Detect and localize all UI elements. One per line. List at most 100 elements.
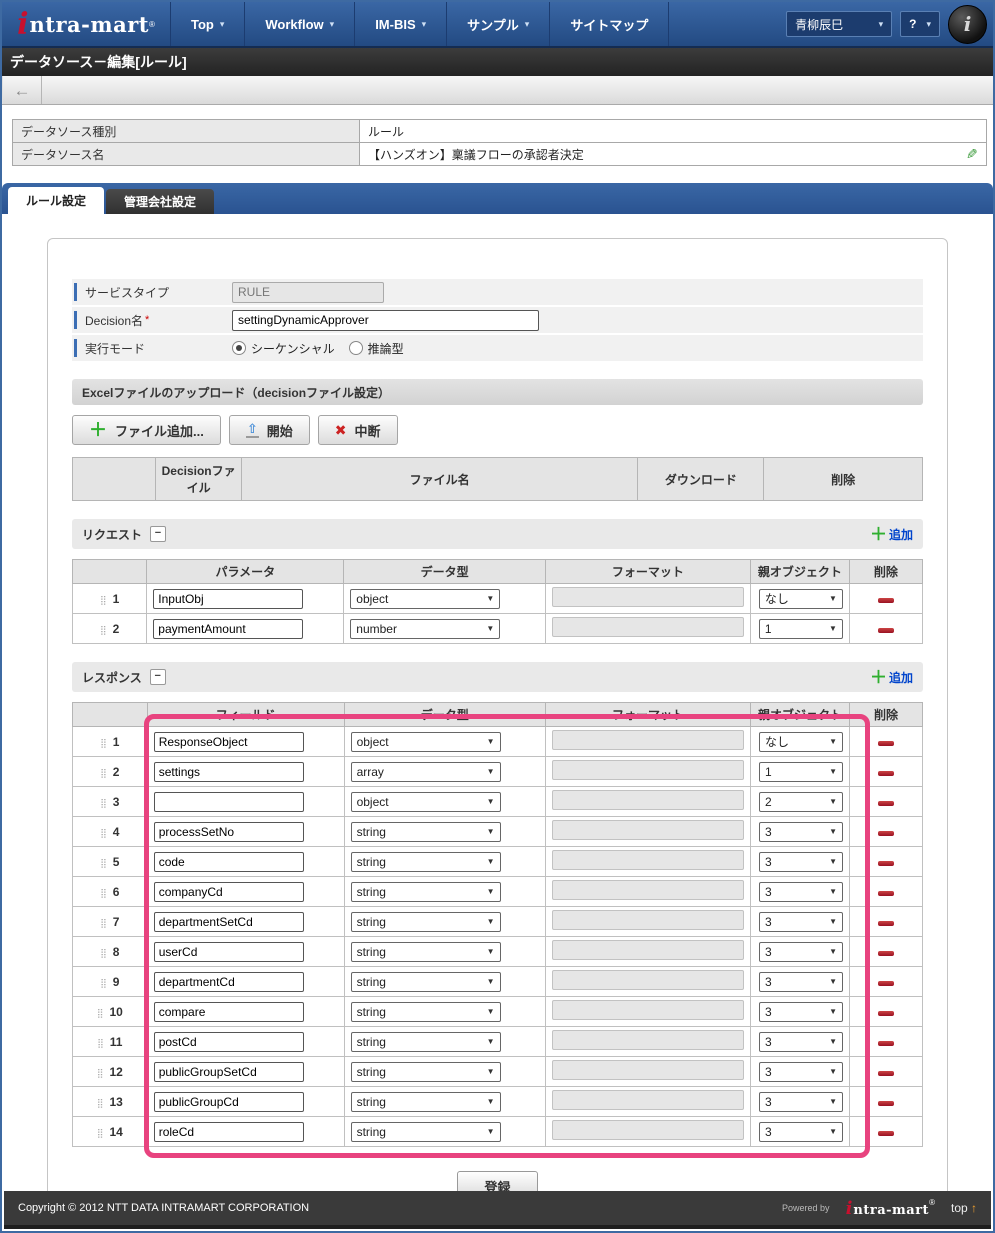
drag-handle-icon[interactable]: ⣿ bbox=[100, 828, 107, 838]
drag-handle-icon[interactable]: ⣿ bbox=[100, 595, 107, 605]
datatype-select[interactable]: string▼ bbox=[351, 942, 501, 962]
datatype-select[interactable]: string▼ bbox=[351, 1092, 501, 1112]
datatype-select[interactable]: object▼ bbox=[351, 792, 501, 812]
parent-object-select[interactable]: 3▼ bbox=[759, 1032, 843, 1052]
request-add-link[interactable]: ＋追加 bbox=[870, 526, 913, 543]
edit-pencil-icon[interactable]: ✎ bbox=[966, 146, 978, 163]
delete-row-button[interactable] bbox=[878, 981, 894, 986]
delete-row-button[interactable] bbox=[878, 771, 894, 776]
delete-row-button[interactable] bbox=[878, 741, 894, 746]
delete-row-button[interactable] bbox=[878, 598, 894, 603]
delete-row-button[interactable] bbox=[878, 1041, 894, 1046]
row-value-input[interactable] bbox=[154, 1062, 304, 1082]
start-upload-button[interactable]: ⇧開始 bbox=[229, 415, 310, 445]
row-value-input[interactable] bbox=[154, 1092, 304, 1112]
back-to-top-link[interactable]: top ↑ bbox=[951, 1201, 977, 1215]
nav-item-sample[interactable]: サンプル▾ bbox=[446, 2, 549, 46]
parent-object-select[interactable]: 2▼ bbox=[759, 792, 843, 812]
datatype-select[interactable]: number▼ bbox=[350, 619, 500, 639]
delete-row-button[interactable] bbox=[878, 1011, 894, 1016]
parent-object-select[interactable]: 3▼ bbox=[759, 852, 843, 872]
drag-handle-icon[interactable]: ⣿ bbox=[100, 738, 107, 748]
delete-row-button[interactable] bbox=[878, 628, 894, 633]
drag-handle-icon[interactable]: ⣿ bbox=[100, 948, 107, 958]
row-value-input[interactable] bbox=[154, 792, 304, 812]
row-value-input[interactable] bbox=[154, 1032, 304, 1052]
datatype-select[interactable]: object▼ bbox=[351, 732, 501, 752]
row-value-input[interactable] bbox=[153, 619, 303, 639]
drag-handle-icon[interactable]: ⣿ bbox=[100, 768, 107, 778]
delete-row-button[interactable] bbox=[878, 861, 894, 866]
delete-row-button[interactable] bbox=[878, 1071, 894, 1076]
row-value-input[interactable] bbox=[154, 822, 304, 842]
row-value-input[interactable] bbox=[154, 732, 304, 752]
user-menu-button[interactable]: 青柳辰巳▾ bbox=[786, 11, 892, 37]
parent-object-select[interactable]: 3▼ bbox=[759, 912, 843, 932]
drag-handle-icon[interactable]: ⣿ bbox=[97, 1068, 104, 1078]
collapse-button[interactable]: − bbox=[150, 669, 166, 685]
row-value-input[interactable] bbox=[153, 589, 303, 609]
row-value-input[interactable] bbox=[154, 1122, 304, 1142]
datatype-select[interactable]: string▼ bbox=[351, 1122, 501, 1142]
parent-object-select[interactable]: 3▼ bbox=[759, 942, 843, 962]
delete-row-button[interactable] bbox=[878, 831, 894, 836]
collapse-button[interactable]: − bbox=[150, 526, 166, 542]
parent-object-select[interactable]: 3▼ bbox=[759, 822, 843, 842]
datatype-select[interactable]: string▼ bbox=[351, 882, 501, 902]
parent-object-select[interactable]: 1▼ bbox=[759, 619, 843, 639]
parent-object-select[interactable]: なし▼ bbox=[759, 589, 843, 609]
brand-logo-button[interactable]: i bbox=[948, 5, 987, 44]
datatype-select[interactable]: string▼ bbox=[351, 912, 501, 932]
parent-object-select[interactable]: 3▼ bbox=[759, 882, 843, 902]
parent-object-select[interactable]: 1▼ bbox=[759, 762, 843, 782]
drag-handle-icon[interactable]: ⣿ bbox=[100, 978, 107, 988]
datatype-select[interactable]: string▼ bbox=[351, 822, 501, 842]
nav-item-sitemap[interactable]: サイトマップ bbox=[549, 2, 669, 46]
parent-object-select[interactable]: 3▼ bbox=[759, 972, 843, 992]
delete-row-button[interactable] bbox=[878, 1101, 894, 1106]
back-button[interactable]: ← bbox=[2, 76, 42, 104]
delete-row-button[interactable] bbox=[878, 1131, 894, 1136]
delete-row-button[interactable] bbox=[878, 801, 894, 806]
delete-row-button[interactable] bbox=[878, 891, 894, 896]
row-value-input[interactable] bbox=[154, 852, 304, 872]
parent-object-select[interactable]: 3▼ bbox=[759, 1062, 843, 1082]
parent-object-select[interactable]: なし▼ bbox=[759, 732, 843, 752]
drag-handle-icon[interactable]: ⣿ bbox=[97, 1008, 104, 1018]
help-menu-button[interactable]: ?▾ bbox=[900, 11, 940, 37]
row-value-input[interactable] bbox=[154, 1002, 304, 1022]
row-value-input[interactable] bbox=[154, 972, 304, 992]
datatype-select[interactable]: object▼ bbox=[350, 589, 500, 609]
response-add-link[interactable]: ＋追加 bbox=[870, 669, 913, 686]
add-file-button[interactable]: ＋ファイル追加... bbox=[72, 415, 221, 445]
radio-sequential[interactable]: シーケンシャル bbox=[232, 340, 335, 357]
drag-handle-icon[interactable]: ⣿ bbox=[97, 1128, 104, 1138]
datatype-select[interactable]: string▼ bbox=[351, 1032, 501, 1052]
drag-handle-icon[interactable]: ⣿ bbox=[100, 918, 107, 928]
datatype-select[interactable]: string▼ bbox=[351, 1062, 501, 1082]
row-value-input[interactable] bbox=[154, 942, 304, 962]
drag-handle-icon[interactable]: ⣿ bbox=[97, 1098, 104, 1108]
radio-inference[interactable]: 推論型 bbox=[349, 340, 404, 357]
parent-object-select[interactable]: 3▼ bbox=[759, 1002, 843, 1022]
datatype-select[interactable]: string▼ bbox=[351, 852, 501, 872]
drag-handle-icon[interactable]: ⣿ bbox=[97, 1038, 104, 1048]
nav-item-im-bis[interactable]: IM-BIS▾ bbox=[354, 2, 446, 46]
datatype-select[interactable]: string▼ bbox=[351, 972, 501, 992]
decision-name-input[interactable] bbox=[232, 310, 539, 331]
delete-row-button[interactable] bbox=[878, 951, 894, 956]
delete-row-button[interactable] bbox=[878, 921, 894, 926]
drag-handle-icon[interactable]: ⣿ bbox=[100, 888, 107, 898]
nav-item-top[interactable]: Top▾ bbox=[170, 2, 244, 46]
drag-handle-icon[interactable]: ⣿ bbox=[100, 625, 107, 635]
parent-object-select[interactable]: 3▼ bbox=[759, 1092, 843, 1112]
row-value-input[interactable] bbox=[154, 912, 304, 932]
datatype-select[interactable]: string▼ bbox=[351, 1002, 501, 1022]
tab-rule-settings[interactable]: ルール設定 bbox=[8, 187, 104, 214]
tab-company-settings[interactable]: 管理会社設定 bbox=[106, 189, 214, 214]
row-value-input[interactable] bbox=[154, 882, 304, 902]
drag-handle-icon[interactable]: ⣿ bbox=[100, 798, 107, 808]
drag-handle-icon[interactable]: ⣿ bbox=[100, 858, 107, 868]
nav-item-workflow[interactable]: Workflow▾ bbox=[244, 2, 354, 46]
abort-upload-button[interactable]: ✖中断 bbox=[318, 415, 398, 445]
